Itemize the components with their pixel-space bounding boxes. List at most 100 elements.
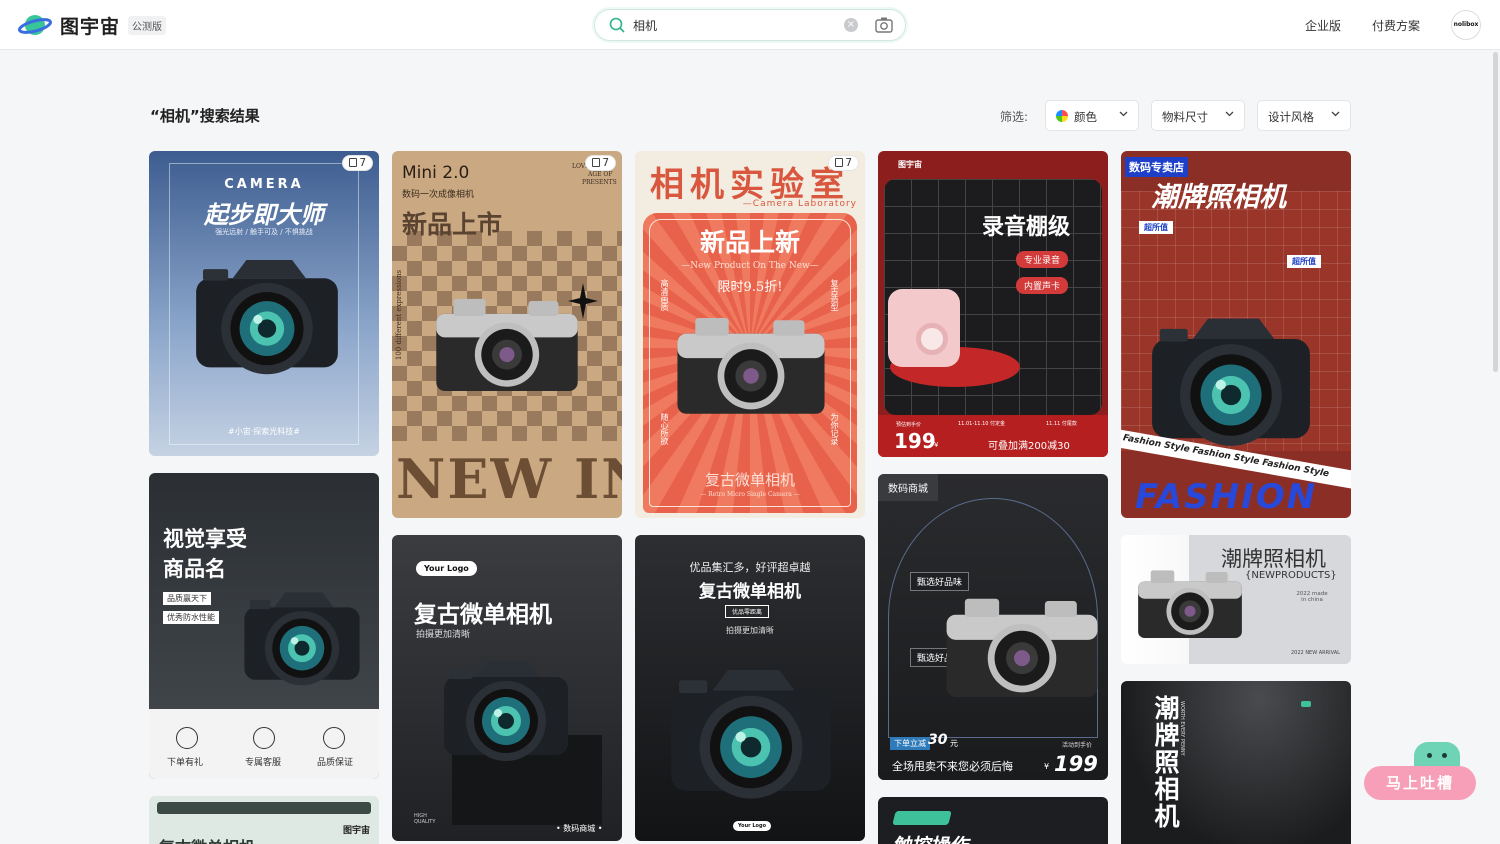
card-shop: • 数码商城 •	[556, 824, 603, 833]
card-en-title: CAMERA	[224, 177, 304, 192]
card-title: 起步即大师	[204, 201, 324, 229]
size-filter-dropdown[interactable]: 物料尺寸	[1151, 100, 1245, 131]
card-tag: 优品零距离	[725, 605, 770, 618]
card-subtitle: 数码一次成像相机	[402, 190, 475, 200]
card-side-text: 100 different expressions	[395, 269, 404, 361]
robot-eye	[1442, 753, 1447, 758]
color-wheel-icon	[1056, 110, 1068, 122]
chevron-down-icon	[1331, 111, 1340, 117]
template-card-touch[interactable]: 触控操作	[878, 797, 1108, 844]
card-right-vertical: 复古造型	[830, 279, 839, 311]
size-filter-label: 物料尺寸	[1162, 110, 1208, 124]
card-year-text: 2022 made in china	[1296, 591, 1328, 603]
template-card-camera-lab[interactable]: 相机实验室 —Camera Laboratory 新品上新 —New Produ…	[635, 151, 865, 518]
chevron-down-icon	[1225, 111, 1234, 117]
camera-image	[946, 598, 1098, 697]
card-title: 潮牌照相机	[1221, 547, 1326, 571]
brand-name[interactable]: 图宇宙	[60, 12, 120, 39]
price-label: 活动到手价	[1062, 742, 1093, 749]
template-card-fashion[interactable]: 数码专卖店 潮牌照相机 超所值 超所值 Fashion Style Fashio…	[1121, 151, 1351, 518]
robot-eye	[1427, 753, 1432, 758]
search-box[interactable]: ×	[594, 9, 906, 41]
top-header: 图宇宙 公测版 × 企业版 付费方案 nolibox	[0, 0, 1500, 50]
chevron-down-icon	[1119, 111, 1128, 117]
card-big-text: FASHION	[1135, 477, 1318, 517]
template-card-visual-enjoy[interactable]: 视觉享受 商品名 品质赢天下 优秀防水性能 下单有礼 专属客服 品质保证	[149, 473, 379, 779]
card-price: 199	[1054, 752, 1098, 776]
camera-image	[671, 670, 831, 799]
page-count-badge: 7	[828, 155, 859, 171]
nav-enterprise[interactable]: 企业版	[1305, 17, 1341, 34]
template-card-retro-micro[interactable]: Your Logo 复古微单相机 拍摄更加清晰 HIGH QUALITY • 数…	[392, 535, 622, 841]
page-count-badge: 7	[342, 155, 373, 171]
card-sub: {NEWPRODUCTS}	[1245, 570, 1337, 581]
feature-strip: 下单有礼 专属客服 品质保证	[149, 709, 379, 779]
camera-lens	[916, 323, 948, 355]
template-card-digital-mall[interactable]: 数码商城 甄选好品味 甄选好品味 下单立减 30 元 全场甩卖不来您必须后悔 活…	[878, 474, 1108, 780]
card-title: 潮牌照相机	[1151, 182, 1286, 213]
card-tag: 专业录音	[1016, 251, 1069, 268]
shop-tag: 数码专卖店	[1125, 157, 1188, 177]
camera-image	[444, 661, 568, 761]
logo-block	[892, 811, 952, 825]
brand-mark-icon	[1301, 701, 1311, 707]
price-symbol: ¥	[1044, 762, 1050, 771]
color-filter-label: 颜色	[1074, 110, 1097, 124]
user-avatar[interactable]: nolibox	[1451, 10, 1481, 40]
color-filter-dropdown[interactable]: 颜色	[1045, 100, 1139, 131]
card-big-text: NEW IN	[396, 447, 622, 511]
card-brand: 图宇宙	[898, 160, 922, 169]
template-card-camera-master[interactable]: CAMERA 起步即大师 强光远射 / 触手可及 / 不惧挑战 #小宙·探索光科…	[149, 151, 379, 456]
camera-image	[244, 592, 360, 686]
feedback-button[interactable]: 马上吐槽	[1364, 766, 1476, 800]
card-title: 复古微单相机	[414, 602, 552, 628]
logo-pill: Your Logo	[733, 821, 771, 831]
thumbs-up-icon	[323, 727, 345, 749]
card-header: 数码商城	[878, 474, 938, 501]
template-card-trend-vertical[interactable]: 潮牌照相机 WORTH EVERY PENNY	[1121, 681, 1351, 844]
template-card-new-in[interactable]: Mini 2.0 数码一次成像相机 新品上市 LOVE AGE OF PRESE…	[392, 151, 622, 518]
promo-prefix: 下单立减	[890, 737, 930, 750]
template-card-recording[interactable]: 图宇宙 录音棚级 专业录音 内置声卡 预估到手价 199 ¥ 11.01-11.…	[878, 151, 1108, 457]
card-bottom-en: — Retro Micro Single Camera —	[700, 491, 800, 498]
card-top-bar	[157, 802, 371, 814]
search-input[interactable]	[633, 16, 823, 34]
template-card-retro-camera[interactable]: 图宇宙 复古微单相机	[149, 796, 379, 844]
pages-icon	[349, 158, 358, 167]
logo-pill: Your Logo	[416, 561, 477, 576]
card-corner-text: HIGH QUALITY	[414, 813, 436, 825]
card-footer: #小宙·探索光科技#	[228, 427, 300, 436]
page-scrollbar[interactable]	[1493, 52, 1498, 372]
card-title-en: Mini 2.0	[402, 163, 470, 183]
card-tag: 内置声卡	[1016, 277, 1069, 294]
card-title: 复古微单相机	[699, 582, 801, 602]
card-title: 潮牌照相机	[1151, 695, 1180, 830]
card-right-vertical: 为你记录	[830, 413, 839, 445]
feature-label: 专属客服	[245, 758, 282, 768]
price-label: 预估到手价	[896, 422, 922, 428]
nav-pricing[interactable]: 付费方案	[1372, 17, 1420, 34]
card-side-en: WORTH EVERY PENNY	[1179, 701, 1185, 756]
template-card-trend-camera[interactable]: 潮牌照相机 {NEWPRODUCTS} 2022 made in china 2…	[1121, 535, 1351, 664]
date-text: 11.01-11.10 付定金	[958, 421, 1006, 427]
card-title: 触控操作	[892, 831, 968, 844]
template-card-retro-micro-2[interactable]: 优品集汇多，好评超卓越 复古微单相机 优品零距离 拍摄更加清晰 Your Log…	[635, 535, 865, 841]
card-tag: 品质赢天下	[163, 592, 211, 605]
search-icon[interactable]	[609, 17, 625, 33]
camera-image	[1152, 318, 1310, 446]
planet-logo-icon[interactable]	[18, 11, 52, 39]
card-title: 复古微单相机	[159, 834, 255, 844]
style-filter-dropdown[interactable]: 设计风格	[1257, 100, 1351, 131]
clear-search-icon[interactable]: ×	[844, 18, 858, 32]
card-left-vertical: 高清画质	[660, 279, 669, 311]
card-title: 录音棚级	[982, 214, 1071, 240]
card-bottom-title: 复古微单相机	[704, 471, 795, 489]
image-search-camera-icon[interactable]	[875, 16, 893, 33]
gift-icon	[176, 727, 198, 749]
sparkle-icon	[568, 283, 598, 319]
promo-number: 30	[928, 732, 948, 748]
instant-camera-body	[888, 289, 960, 367]
page-count-badge: 7	[585, 155, 616, 171]
card-subtitle: 拍摄更加清晰	[416, 630, 471, 640]
card-presents: PRESENTS	[582, 179, 617, 186]
